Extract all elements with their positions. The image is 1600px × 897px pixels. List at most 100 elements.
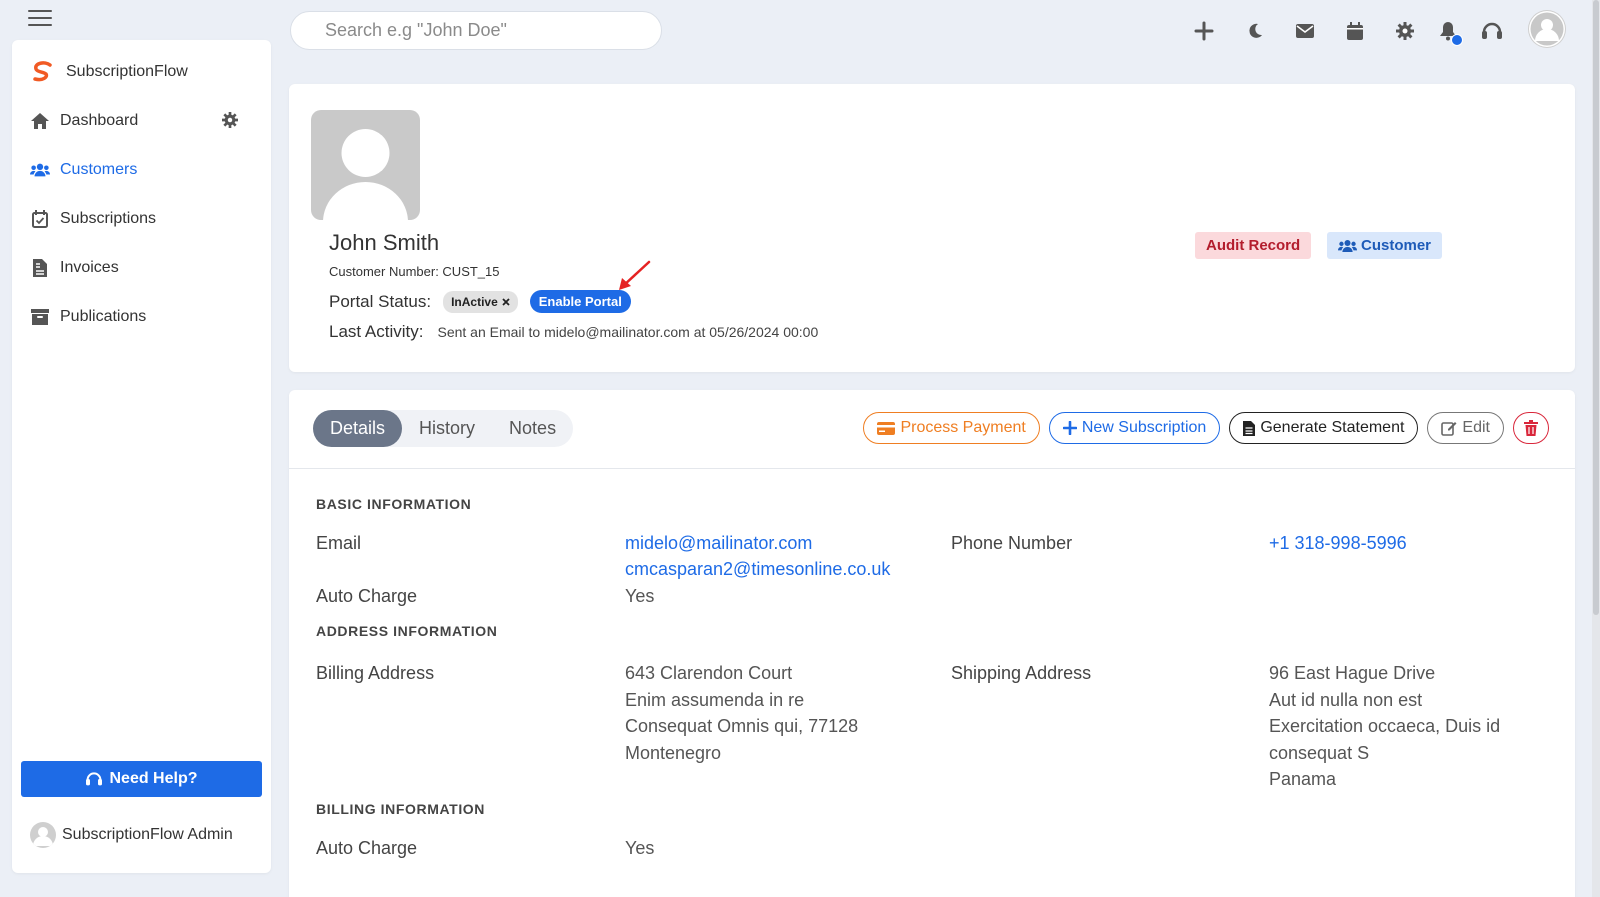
notification-dot: [1451, 34, 1463, 46]
tab-history[interactable]: History: [402, 410, 492, 447]
sidebar-item-invoices[interactable]: Invoices: [30, 253, 250, 283]
credit-card-icon: [877, 421, 896, 435]
sidebar-item-dashboard[interactable]: Dashboard: [30, 106, 250, 136]
billing-address-label: Billing Address: [316, 663, 435, 683]
gear-icon[interactable]: [1390, 14, 1420, 48]
tab-details[interactable]: Details: [313, 410, 403, 447]
bell-icon[interactable]: [1433, 14, 1463, 48]
search-input[interactable]: [290, 11, 662, 50]
address-line: 96 East Hague Drive: [1269, 663, 1436, 683]
new-subscription-button[interactable]: New Subscription: [1048, 412, 1221, 444]
hamburger-menu-icon[interactable]: [28, 10, 52, 26]
user-avatar[interactable]: [1528, 10, 1566, 48]
sidebar-item-customers[interactable]: Customers: [30, 155, 250, 185]
sidebar-item-publications[interactable]: Publications: [30, 302, 250, 332]
plus-icon: [1062, 421, 1077, 435]
last-activity-label: Last Activity:: [329, 322, 424, 341]
address-line: Aut id nulla non est: [1269, 689, 1423, 710]
sidebar-item-subscriptions[interactable]: Subscriptions: [30, 204, 250, 234]
admin-avatar: [30, 822, 56, 848]
billing-information-heading: BILLING INFORMATION: [316, 801, 486, 817]
annotation-arrow-icon: [619, 260, 651, 290]
portal-status-row: Portal Status: InActive Enable Portal: [329, 290, 631, 313]
billing-auto-charge-label: Auto Charge: [316, 838, 418, 858]
delete-button[interactable]: [1513, 412, 1549, 444]
customer-details-card: Details History Notes Process Payment Ne…: [289, 390, 1575, 897]
action-buttons: Process Payment New Subscription Generat…: [863, 412, 1549, 444]
calendar-icon[interactable]: [1340, 14, 1370, 48]
home-icon: [30, 111, 50, 131]
dashboard-settings-icon[interactable]: [222, 112, 238, 128]
billing-address-value: 643 Clarendon Court Enim assumenda in re…: [625, 660, 858, 766]
customer-number: Customer Number: CUST_15: [329, 264, 500, 279]
customer-type-label: Customer: [1361, 237, 1432, 254]
headset-icon[interactable]: [1477, 14, 1507, 48]
portal-status-badge: InActive: [443, 290, 518, 313]
sidebar-item-label: Publications: [60, 308, 147, 325]
customer-avatar: [311, 110, 420, 220]
brand[interactable]: SubscriptionFlow: [30, 60, 188, 84]
email-label: Email: [316, 533, 362, 553]
new-subscription-label: New Subscription: [1081, 419, 1207, 436]
trash-icon: [1524, 420, 1538, 436]
divider: [289, 468, 1575, 469]
calendar-check-icon: [30, 209, 50, 229]
detail-tabs: Details History Notes: [313, 410, 574, 447]
users-icon: [1338, 239, 1357, 252]
auto-charge-value: Yes: [625, 586, 655, 606]
customer-profile-card: John Smith Customer Number: CUST_15 Port…: [289, 84, 1575, 372]
generate-statement-button[interactable]: Generate Statement: [1229, 412, 1419, 444]
audit-record-badge[interactable]: Audit Record: [1195, 232, 1312, 259]
archive-icon: [30, 307, 50, 327]
edit-label: Edit: [1462, 419, 1490, 436]
edit-button[interactable]: Edit: [1427, 412, 1504, 444]
brand-name: SubscriptionFlow: [66, 63, 188, 80]
portal-status-value: InActive: [451, 294, 498, 309]
tab-notes[interactable]: Notes: [492, 410, 573, 447]
users-icon: [30, 160, 50, 180]
scrollbar-thumb[interactable]: [1593, 0, 1599, 615]
need-help-button[interactable]: Need Help?: [21, 761, 262, 797]
address-line: 643 Clarendon Court: [625, 663, 793, 683]
address-line: Consequat Omnis qui, 77128: [625, 716, 859, 736]
address-line: consequat S: [1269, 742, 1370, 763]
address-line: Enim assumenda in re: [625, 689, 805, 710]
address-line: Montenegro: [625, 742, 722, 763]
address-line: Panama: [1269, 769, 1337, 789]
headset-icon: [86, 772, 103, 786]
page-scrollbar[interactable]: [1592, 0, 1600, 897]
last-activity-row: Last Activity: Sent an Email to midelo@m…: [329, 322, 818, 342]
shipping-address-label: Shipping Address: [951, 663, 1092, 683]
logo-icon: [33, 61, 52, 82]
envelope-icon[interactable]: [1290, 14, 1320, 48]
plus-icon[interactable]: [1189, 14, 1219, 48]
edit-icon: [1441, 422, 1457, 436]
last-activity-value: Sent an Email to midelo@mailinator.com a…: [437, 324, 819, 340]
process-payment-button[interactable]: Process Payment: [863, 412, 1040, 444]
phone-link[interactable]: +1 318-998-5996: [1269, 530, 1407, 557]
billing-auto-charge-value: Yes: [625, 838, 655, 858]
sidebar-item-label: Customers: [60, 161, 138, 178]
process-payment-label: Process Payment: [900, 419, 1026, 436]
admin-name: SubscriptionFlow Admin: [62, 826, 233, 843]
address-information-heading: ADDRESS INFORMATION: [316, 623, 498, 639]
customer-name: John Smith: [329, 230, 440, 255]
sidebar-item-label: Subscriptions: [60, 210, 157, 227]
basic-information-heading: BASIC INFORMATION: [316, 496, 472, 512]
generate-statement-label: Generate Statement: [1260, 419, 1405, 436]
enable-portal-button[interactable]: Enable Portal: [529, 290, 631, 313]
need-help-label: Need Help?: [109, 770, 198, 787]
email-primary-link[interactable]: midelo@mailinator.com: [625, 530, 812, 557]
phone-label: Phone Number: [951, 533, 1073, 553]
invoice-icon: [30, 258, 50, 278]
auto-charge-label: Auto Charge: [316, 586, 418, 606]
customer-type-badge[interactable]: Customer: [1327, 232, 1443, 259]
admin-profile[interactable]: SubscriptionFlow Admin: [30, 822, 233, 848]
address-line: Exercitation occaeca, Duis id: [1269, 716, 1501, 736]
portal-status-label: Portal Status:: [329, 291, 432, 311]
document-icon: [1243, 420, 1256, 436]
email-secondary-link[interactable]: cmcasparan2@timesonline.co.uk: [625, 556, 890, 583]
sidebar-item-label: Dashboard: [60, 112, 139, 129]
sidebar-item-label: Invoices: [60, 259, 119, 276]
moon-icon[interactable]: [1240, 14, 1270, 48]
